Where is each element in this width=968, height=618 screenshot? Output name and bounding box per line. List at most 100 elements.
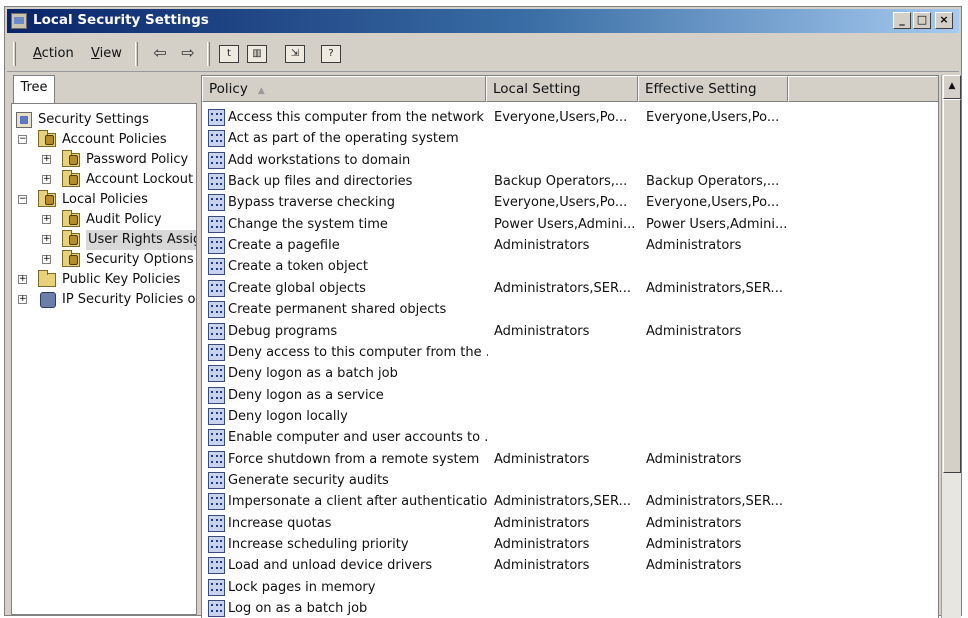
tree-item-local-policies[interactable]: − Local Policies: [14, 190, 194, 210]
table-row[interactable]: Back up files and directories Backup Oper…: [202, 171, 938, 192]
security-settings-icon: [16, 112, 32, 128]
show-hide-tree-icon[interactable]: ▥: [247, 45, 267, 63]
tree-pane: Security Settings − Account Policies + P…: [11, 103, 197, 615]
policy-icon: [208, 279, 225, 297]
effective-setting: Administrators,SER...: [646, 494, 783, 510]
effective-setting: Administrators: [646, 537, 742, 552]
table-row[interactable]: Create a token object: [202, 256, 938, 277]
effective-setting: Power Users,Admini...: [646, 216, 788, 232]
tree-item-account-policies[interactable]: − Account Policies: [14, 130, 194, 150]
policy-name: Enable computer and user accounts to ...: [228, 430, 488, 446]
table-row[interactable]: Enable computer and user accounts to ...: [202, 427, 938, 448]
collapse-icon[interactable]: −: [18, 195, 27, 204]
table-row[interactable]: Create permanent shared objects: [202, 299, 938, 320]
window-title: Local Security Settings: [33, 12, 209, 28]
local-setting: Power Users,Admini...: [494, 216, 636, 232]
table-row[interactable]: Force shutdown from a remote system Admin…: [202, 449, 938, 470]
table-row[interactable]: Deny logon as a batch job: [202, 363, 938, 384]
expand-icon[interactable]: +: [42, 255, 51, 264]
table-row[interactable]: Add workstations to domain: [202, 150, 938, 171]
tree-item-password-policy[interactable]: + Password Policy: [14, 150, 194, 170]
policy-name: Create global objects: [228, 280, 366, 296]
table-row[interactable]: Deny logon locally: [202, 406, 938, 427]
tree-item-security-options[interactable]: + Security Options: [14, 250, 194, 270]
scrollbar-thumb[interactable]: [943, 99, 961, 473]
table-row[interactable]: Log on as a batch job: [202, 598, 938, 618]
policy-name: Deny logon as a batch job: [228, 366, 398, 382]
effective-setting: Backup Operators,...: [646, 174, 780, 190]
table-row[interactable]: Create a pagefile Administrators Administr…: [202, 235, 938, 256]
policy-name: Back up files and directories: [228, 174, 413, 190]
policy-name: Lock pages in memory: [228, 579, 376, 595]
toolbar-separator: [207, 42, 210, 66]
tree-item-label: IP Security Policies on: [62, 292, 197, 307]
policy-icon: [208, 407, 225, 425]
column-header-policy[interactable]: Policy ▲: [202, 76, 486, 102]
tree-item-account-lockout[interactable]: + Account Lockout P: [14, 170, 196, 190]
back-arrow-icon[interactable]: ⇦: [147, 42, 173, 66]
menu-action[interactable]: Action: [33, 46, 74, 61]
expand-icon[interactable]: +: [42, 175, 51, 184]
column-header-empty[interactable]: [788, 76, 938, 102]
table-row[interactable]: Act as part of the operating system: [202, 128, 938, 149]
column-header-local-setting[interactable]: Local Setting: [486, 76, 638, 102]
local-setting: Administrators: [494, 451, 590, 467]
tree-item-user-rights-assignment[interactable]: + User Rights Assign: [14, 230, 196, 250]
table-row[interactable]: Change the system time Power Users,Admini…: [202, 214, 938, 235]
table-row[interactable]: Lock pages in memory: [202, 577, 938, 598]
expand-icon[interactable]: +: [42, 235, 51, 244]
policy-name: Increase quotas: [228, 515, 332, 531]
export-list-icon[interactable]: ⇲: [285, 45, 305, 63]
table-row[interactable]: Create global objects Administrators,SER.…: [202, 278, 938, 299]
help-icon[interactable]: ?: [321, 45, 341, 63]
policy-icon: [208, 365, 225, 383]
table-row[interactable]: Impersonate a client after authenticatio…: [202, 491, 938, 512]
table-row[interactable]: Increase quotas Administrators Administrat…: [202, 513, 938, 534]
policy-name: Deny logon as a service: [228, 387, 384, 403]
table-row[interactable]: Access this computer from the network Eve…: [202, 107, 938, 128]
effective-setting: Everyone,Users,Po...: [646, 110, 780, 125]
table-row[interactable]: Increase scheduling priority Administrato…: [202, 534, 938, 555]
tree-item-ip-security-policies[interactable]: + IP Security Policies on: [14, 290, 197, 310]
menu-view[interactable]: View: [91, 46, 122, 61]
tree-item-label: Public Key Policies: [62, 272, 181, 287]
locked-folder-icon: [62, 170, 80, 187]
locked-folder-icon: [38, 130, 56, 147]
policy-icon: [208, 109, 225, 126]
policy-name: Force shutdown from a remote system: [228, 451, 480, 467]
tab-tree[interactable]: Tree: [13, 75, 55, 103]
table-row[interactable]: Bypass traverse checking Everyone,Users,P…: [202, 192, 938, 213]
tree-item-audit-policy[interactable]: + Audit Policy: [14, 210, 194, 230]
maximize-button[interactable]: □: [913, 12, 931, 29]
column-header-effective-setting[interactable]: Effective Setting: [638, 76, 788, 102]
policy-name: Access this computer from the network: [228, 110, 484, 125]
table-row[interactable]: Generate security audits: [202, 470, 938, 491]
table-row[interactable]: Deny access to this computer from the ..…: [202, 342, 938, 363]
policy-icon: [208, 237, 225, 255]
expand-icon[interactable]: +: [42, 155, 51, 164]
expand-icon[interactable]: +: [18, 275, 27, 284]
close-button[interactable]: ×: [935, 12, 953, 29]
expand-icon[interactable]: +: [42, 215, 51, 224]
forward-arrow-icon[interactable]: ⇨: [175, 42, 201, 66]
policy-icon: [208, 301, 225, 319]
policy-name: Log on as a batch job: [228, 601, 368, 617]
policy-name: Change the system time: [228, 216, 388, 232]
scroll-up-icon[interactable]: ▲: [943, 75, 961, 99]
app-icon: [11, 13, 27, 29]
policy-icon: [208, 578, 225, 596]
tree-item-public-key-policies[interactable]: + Public Key Policies: [14, 270, 194, 290]
collapse-icon[interactable]: −: [18, 135, 27, 144]
vertical-scrollbar[interactable]: ▲: [941, 75, 961, 618]
table-row[interactable]: Deny logon as a service: [202, 385, 938, 406]
policy-name: Increase scheduling priority: [228, 537, 409, 552]
tree-item-security-settings[interactable]: Security Settings: [14, 110, 194, 130]
title-bar[interactable]: Local Security Settings _ □ ×: [7, 9, 959, 33]
table-row[interactable]: Load and unload device drivers Administra…: [202, 555, 938, 576]
minimize-button[interactable]: _: [893, 12, 911, 29]
table-row[interactable]: Debug programs Administrators Administrato…: [202, 321, 938, 342]
expand-icon[interactable]: +: [18, 295, 27, 304]
local-setting: Administrators: [494, 323, 590, 339]
up-one-level-icon[interactable]: t: [219, 45, 239, 63]
toolbar-grip[interactable]: [13, 42, 16, 66]
